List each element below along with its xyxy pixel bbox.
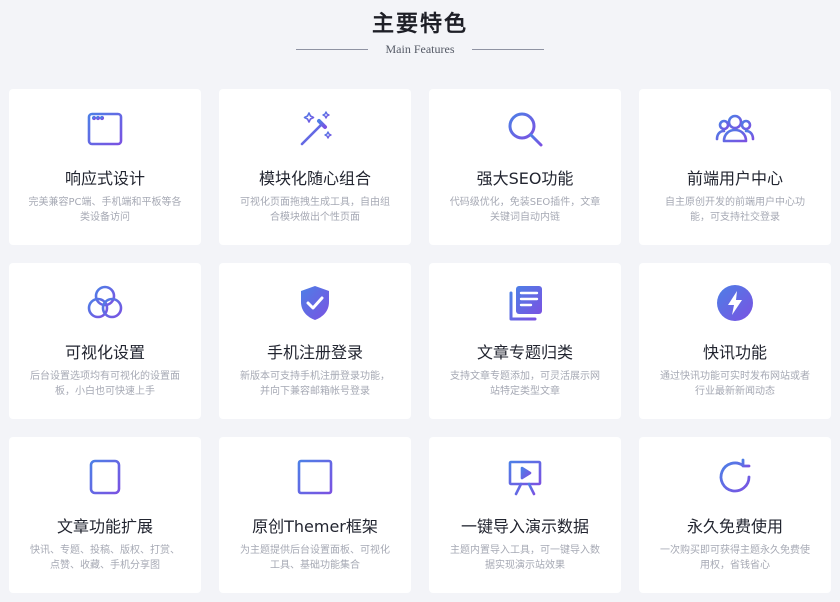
shield-check-icon [295,283,335,323]
section-title: 主要特色 [371,11,468,37]
feature-description: 主题内置导入工具，可一键导入数据实现演示站效果 [450,545,600,571]
feature-description: 一次购买即可获得主题永久免费使用权，省钱省心 [660,545,810,571]
feature-description: 通过快讯功能可实时发布网站或者行业最新新闻动态 [660,371,810,397]
feature-title: 文章专题归类 [476,343,573,362]
feature-title: 文章功能扩展 [56,517,153,536]
feature-description: 快讯、专题、投稿、版权、打赏、点赞、收藏、手机分享图 [30,545,180,571]
feature-card-modular[interactable]: 模块化随心组合 可视化页面拖拽生成工具，自由组合模块做出个性页面 [219,89,411,245]
feature-title: 模块化随心组合 [258,169,371,188]
feature-title: 前端用户中心 [686,169,783,188]
feature-card-article-extensions[interactable]: 文章功能扩展 快讯、专题、投稿、版权、打赏、点赞、收藏、手机分享图 [9,437,201,593]
subtitle-row: Main Features [0,42,840,58]
feature-description: 代码级优化，免装SEO插件，文章关键词自动内链 [449,197,601,223]
presentation-board-icon [505,457,545,497]
feature-description: 后台设置选项均有可视化的设置面板，小白也可快速上手 [30,371,180,397]
feature-card-seo[interactable]: 强大SEO功能 代码级优化，免装SEO插件，文章关键词自动内链 [429,89,621,245]
feature-title: 可视化设置 [64,343,145,362]
feature-card-topics[interactable]: 文章专题归类 支持文章专题添加，可灵活展示网站特定类型文章 [429,263,621,419]
subtitle-divider-left [296,49,368,50]
feature-card-free-forever[interactable]: 永久免费使用 一次购买即可获得主题永久免费使用权，省钱省心 [639,437,831,593]
feature-card-import-demo[interactable]: 一键导入演示数据 主题内置导入工具，可一键导入数据实现演示站效果 [429,437,621,593]
feature-card-user-center[interactable]: 前端用户中心 自主原创开发的前端用户中心功能，可支持社交登录 [639,89,831,245]
feature-description: 为主题提供后台设置面板、可视化工具、基础功能集合 [240,545,390,571]
feature-card-themer-framework[interactable]: 原创Themer框架 为主题提供后台设置面板、可视化工具、基础功能集合 [219,437,411,593]
search-icon [505,109,545,149]
refresh-icon [715,457,755,497]
browser-window-icon [85,109,125,149]
stacked-documents-icon [505,283,545,323]
feature-title: 永久免费使用 [686,517,783,536]
feature-title: 快讯功能 [702,343,767,362]
feature-title: 强大SEO功能 [476,169,574,188]
feature-title: 手机注册登录 [266,343,363,362]
users-icon [715,109,755,149]
feature-card-responsive[interactable]: 响应式设计 完美兼容PC端、手机端和平板等各类设备访问 [9,89,201,245]
feature-card-visual-settings[interactable]: 可视化设置 后台设置选项均有可视化的设置面板，小白也可快速上手 [9,263,201,419]
feature-card-phone-login[interactable]: 手机注册登录 新版本可支持手机注册登录功能，并向下兼容邮箱帐号登录 [219,263,411,419]
feature-description: 完美兼容PC端、手机端和平板等各类设备访问 [28,197,182,223]
subtitle-divider-right [472,49,544,50]
document-lines-icon [85,457,125,497]
lightning-bolt-icon [715,283,755,323]
venn-circles-icon [85,283,125,323]
section-header: 主要特色 Main Features [0,0,840,88]
feature-title: 原创Themer框架 [252,517,378,536]
feature-card-flash-news[interactable]: 快讯功能 通过快讯功能可实时发布网站或者行业最新新闻动态 [639,263,831,419]
feature-description: 新版本可支持手机注册登录功能，并向下兼容邮箱帐号登录 [240,371,390,397]
feature-description: 可视化页面拖拽生成工具，自由组合模块做出个性页面 [240,197,390,223]
feature-title: 响应式设计 [64,169,145,188]
feature-description: 自主原创开发的前端用户中心功能，可支持社交登录 [665,197,805,223]
layout-frame-icon [295,457,335,497]
magic-wand-icon [295,109,335,149]
feature-title: 一键导入演示数据 [460,517,589,536]
feature-description: 支持文章专题添加，可灵活展示网站特定类型文章 [450,371,600,397]
section-subtitle: Main Features [385,42,455,56]
